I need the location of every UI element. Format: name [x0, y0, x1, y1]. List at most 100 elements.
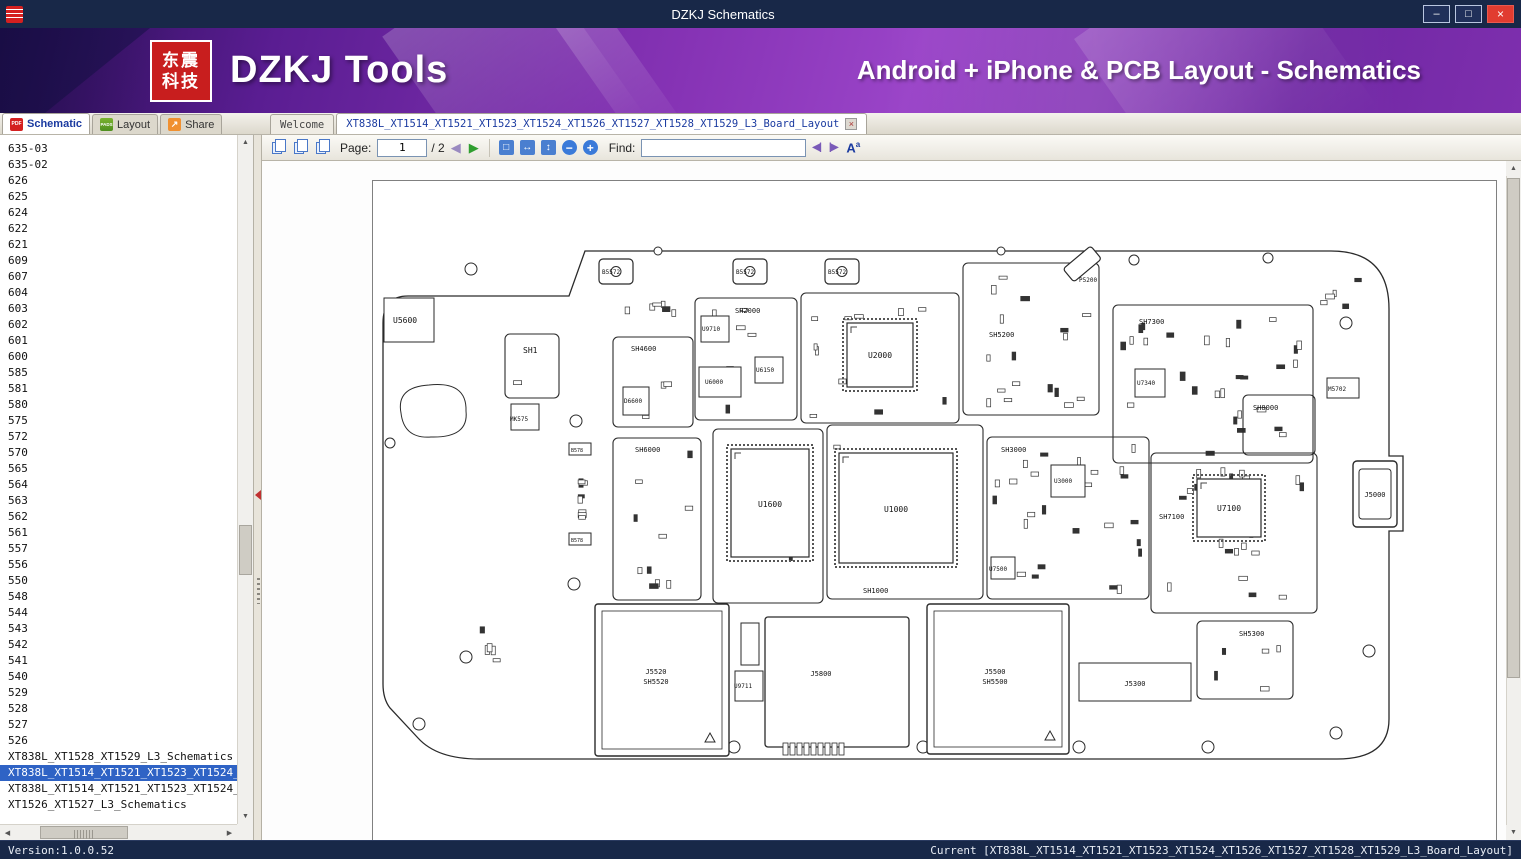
sidebar-item[interactable]: 543 — [0, 621, 237, 637]
minimize-button[interactable]: – — [1423, 5, 1450, 23]
collapse-arrow-icon[interactable] — [255, 490, 261, 500]
svg-text:U9710: U9710 — [702, 326, 720, 333]
scroll-right-icon[interactable]: ▶ — [222, 825, 237, 840]
sidebar-item[interactable]: 548 — [0, 589, 237, 605]
sidebar-item[interactable]: 585 — [0, 365, 237, 381]
sidebar-item[interactable]: 635-03 — [0, 141, 237, 157]
sidebar-item[interactable]: 635-02 — [0, 157, 237, 173]
sidebar-item[interactable]: 526 — [0, 733, 237, 749]
svg-text:MK575: MK575 — [510, 416, 528, 423]
sidebar-item[interactable]: 540 — [0, 669, 237, 685]
sidebar-item[interactable]: 609 — [0, 253, 237, 269]
sidebar-item[interactable]: 604 — [0, 285, 237, 301]
tab-label: Layout — [117, 118, 151, 131]
sidebar-item[interactable]: 622 — [0, 221, 237, 237]
zoom-out-icon[interactable]: − — [561, 140, 577, 155]
sidebar-item[interactable]: 564 — [0, 477, 237, 493]
sidebar-list: 635-03 635-02 626 625 624 622 621 609 607 604 603 6… — [0, 135, 237, 824]
scrollbar-thumb[interactable] — [239, 525, 252, 575]
splitter-grip[interactable] — [257, 578, 260, 604]
sidebar-item[interactable]: 570 — [0, 445, 237, 461]
window-title: DZKJ Schematics — [671, 6, 775, 22]
sidebar-item[interactable]: 624 — [0, 205, 237, 221]
scroll-down-icon[interactable]: ▼ — [1506, 825, 1521, 840]
version-text: Version:1.0.0.52 — [8, 843, 114, 857]
sidebar-item[interactable]: 601 — [0, 333, 237, 349]
scroll-up-icon[interactable]: ▲ — [238, 135, 253, 150]
find-input[interactable] — [641, 138, 807, 157]
svg-text:J5300: J5300 — [1124, 680, 1145, 688]
sidebar-item[interactable]: XT1526_XT1527_L3_Schematics — [0, 797, 237, 813]
sidebar-item[interactable]: 603 — [0, 301, 237, 317]
find-previous-icon[interactable]: ◀| — [810, 142, 823, 153]
scrollbar-thumb[interactable] — [1507, 178, 1520, 678]
sidebar-item[interactable]: 621 — [0, 237, 237, 253]
svg-text:SH1: SH1 — [523, 346, 538, 355]
book-view-icon[interactable] — [316, 138, 330, 154]
document-tab-label: XT838L_XT1514_XT1521_XT1523_XT1524_XT152… — [346, 118, 840, 130]
sidebar-item[interactable]: 528 — [0, 701, 237, 717]
scroll-down-icon[interactable]: ▼ — [238, 809, 253, 824]
sidebar-item[interactable]: 563 — [0, 493, 237, 509]
tab-share[interactable]: ↗ Share — [160, 114, 223, 134]
font-size-icon[interactable]: Aa — [843, 140, 863, 155]
document-viewer[interactable]: U5600 SH1 MK575 SH4600 D6600 B5572 B5572 B5572 S… — [262, 161, 1506, 840]
tab-close-icon[interactable]: × — [845, 118, 858, 130]
sidebar-item[interactable]: 542 — [0, 637, 237, 653]
document-tab[interactable]: Welcome — [270, 114, 335, 134]
sidebar-item[interactable]: 602 — [0, 317, 237, 333]
viewer-vertical-scrollbar[interactable]: ▲ ▼ — [1506, 161, 1521, 840]
next-page-icon[interactable]: ▶ — [467, 140, 481, 156]
svg-text:D6600: D6600 — [624, 398, 642, 405]
zoom-in-icon[interactable]: + — [582, 140, 598, 155]
sidebar-item[interactable]: 550 — [0, 573, 237, 589]
maximize-button[interactable]: □ — [1455, 5, 1482, 23]
sidebar-item[interactable]: 556 — [0, 557, 237, 573]
scrollbar-thumb[interactable] — [40, 826, 128, 839]
fit-page-icon[interactable]: ↕ — [540, 140, 556, 155]
sidebar-item[interactable]: 581 — [0, 381, 237, 397]
sidebar-item[interactable]: 572 — [0, 429, 237, 445]
sidebar-item[interactable]: 527 — [0, 717, 237, 733]
actual-size-icon[interactable]: □ — [498, 140, 514, 155]
page-total-label: / 2 — [431, 140, 445, 155]
document-tab[interactable]: XT838L_XT1514_XT1521_XT1523_XT1524_XT152… — [336, 113, 868, 134]
sidebar-item[interactable]: 562 — [0, 509, 237, 525]
document-tabs: Welcome XT838L_XT1514_XT1521_XT1523_XT152… — [262, 113, 868, 134]
fit-width-icon[interactable]: ↔ — [519, 140, 535, 155]
previous-page-icon[interactable]: ◀ — [449, 140, 463, 156]
sidebar-item[interactable]: 529 — [0, 685, 237, 701]
find-next-icon[interactable]: |▶ — [827, 142, 840, 153]
sidebar-item[interactable]: 544 — [0, 605, 237, 621]
sidebar-item[interactable]: XT838L_XT1514_XT1521_XT1523_XT1524_XT1 — [0, 765, 237, 781]
sidebar-splitter[interactable] — [253, 135, 262, 840]
sidebar-item[interactable]: 575 — [0, 413, 237, 429]
scroll-left-icon[interactable]: ◀ — [0, 825, 15, 840]
facing-pages-view-icon[interactable] — [294, 138, 308, 154]
sidebar-item[interactable]: 557 — [0, 541, 237, 557]
sidebar-item[interactable]: 580 — [0, 397, 237, 413]
svg-text:U1000: U1000 — [884, 505, 908, 514]
sidebar-vertical-scrollbar[interactable]: ▲ ▼ — [237, 135, 253, 824]
window-controls: – □ × — [1423, 5, 1514, 23]
sidebar-item[interactable]: 541 — [0, 653, 237, 669]
sidebar-item[interactable]: XT838L_XT1514_XT1521_XT1523_XT1524_XT1 — [0, 781, 237, 797]
sidebar-item[interactable]: 607 — [0, 269, 237, 285]
scroll-up-icon[interactable]: ▲ — [1506, 161, 1521, 176]
sidebar-horizontal-scrollbar[interactable]: ◀ ▶ — [0, 824, 237, 840]
close-button[interactable]: × — [1487, 5, 1514, 23]
svg-text:P5200: P5200 — [1079, 277, 1097, 284]
sidebar-item[interactable]: 625 — [0, 189, 237, 205]
sidebar-item[interactable]: 626 — [0, 173, 237, 189]
sidebar-item[interactable]: XT838L_XT1528_XT1529_L3_Schematics — [0, 749, 237, 765]
sidebar-item[interactable]: 561 — [0, 525, 237, 541]
tab-schematic[interactable]: PDF Schematic — [2, 113, 91, 134]
tab-bar: PDF Schematic PADS Layout ↗ Share Welcome XT83… — [0, 113, 1521, 135]
page-number-input[interactable] — [377, 138, 428, 157]
svg-text:M5702: M5702 — [1328, 386, 1346, 393]
sidebar-item[interactable]: 600 — [0, 349, 237, 365]
tab-layout[interactable]: PADS Layout — [92, 114, 159, 134]
svg-text:SH5200: SH5200 — [989, 331, 1014, 339]
sidebar-item[interactable]: 565 — [0, 461, 237, 477]
single-page-view-icon[interactable] — [272, 138, 286, 154]
